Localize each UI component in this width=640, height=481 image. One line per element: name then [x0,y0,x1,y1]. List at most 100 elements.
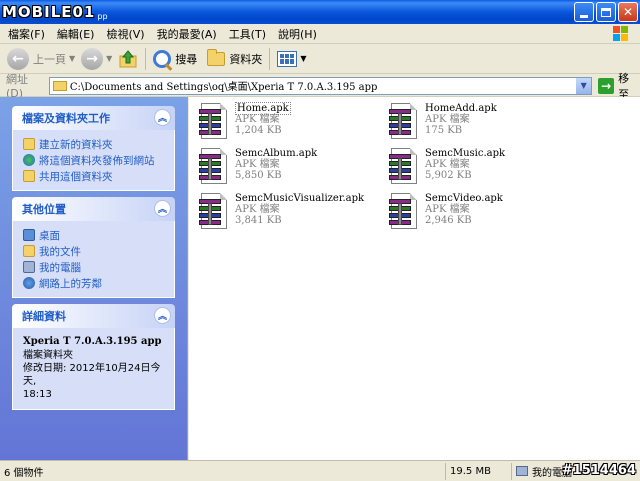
place-my-documents[interactable]: 我的文件 [23,243,166,259]
address-folder-icon [52,80,67,91]
menu-tools[interactable]: 工具(T) [223,26,272,42]
archive-file-icon [197,103,229,139]
collapse-chevron-icon[interactable]: ︽ [154,109,171,126]
file-name: SemcAlbum.apk [235,148,318,159]
file-item[interactable]: HomeAdd.apk APK 檔案 175 KB [387,103,567,143]
task-publish-web-label: 將這個資料夾發佈到網站 [39,154,155,167]
up-button[interactable] [115,46,141,72]
file-size: 5,850 KB [235,170,282,181]
views-dropdown-icon[interactable]: ▼ [300,54,306,63]
file-type: APK 檔案 [235,204,280,215]
archive-file-icon [387,193,419,229]
file-size: 175 KB [425,125,463,136]
menu-favorites[interactable]: 我的最愛(A) [151,26,223,42]
file-tasks-panel: 檔案及資料夾工作 ︽ 建立新的資料夾 將這個資料夾發佈到網站 共用這個資料夾 [12,106,175,191]
file-name: SemcMusicVisualizer.apk [235,193,365,204]
file-name: SemcMusic.apk [425,148,506,159]
place-my-computer[interactable]: 我的電腦 [23,259,166,275]
title-bar[interactable]: MOBILE01 pp ✕ [0,0,640,24]
file-name: SemcVideo.apk [425,193,503,204]
file-type: APK 檔案 [425,204,470,215]
search-button[interactable]: 搜尋 [150,46,200,72]
place-desktop-label: 桌面 [39,229,60,242]
close-button[interactable]: ✕ [618,2,638,22]
folders-label: 資料夾 [229,52,263,66]
archive-file-icon [387,103,419,139]
menu-edit[interactable]: 編輯(E) [51,26,101,42]
task-publish-web[interactable]: 將這個資料夾發佈到網站 [23,152,166,168]
go-arrow-icon: → [598,77,615,94]
details-folder-name: Xperia T 7.0.A.3.195 app [23,336,162,347]
views-icon [277,50,298,67]
folder-up-icon [119,49,137,67]
folders-button[interactable]: 資料夾 [204,46,265,72]
file-size: 5,902 KB [425,170,472,181]
address-bar: 網址(D) C:\Documents and Settings\oq\桌面\Xp… [0,72,640,101]
file-item[interactable]: SemcVideo.apk APK 檔案 2,946 KB [387,193,567,233]
archive-file-icon [197,148,229,184]
logo-text: MOBILE01 [2,3,96,21]
back-arrow-icon: ← [7,47,29,70]
menu-file[interactable]: 檔案(F) [0,26,51,42]
file-item[interactable]: Home.apk APK 檔案 1,204 KB [197,102,377,143]
file-tasks-body: 建立新的資料夾 將這個資料夾發佈到網站 共用這個資料夾 [12,130,175,191]
documents-folder-icon [23,245,35,257]
maximize-button[interactable] [596,2,616,22]
file-size: 3,841 KB [235,215,282,226]
forward-dropdown-icon[interactable]: ▼ [106,54,112,63]
search-label: 搜尋 [175,52,198,66]
file-type: APK 檔案 [235,159,280,170]
address-input[interactable]: C:\Documents and Settings\oq\桌面\Xperia T… [48,76,593,95]
file-size: 2,946 KB [425,215,472,226]
details-header[interactable]: 詳細資料 ︽ [12,304,175,328]
file-tasks-header[interactable]: 檔案及資料夾工作 ︽ [12,106,175,130]
minimize-icon [580,14,588,18]
place-network[interactable]: 網路上的芳鄰 [23,275,166,291]
task-new-folder[interactable]: 建立新的資料夾 [23,136,166,152]
computer-icon [23,261,35,273]
back-button[interactable]: ← 上一頁 ▼ [4,46,78,72]
file-type: APK 檔案 [235,114,280,125]
other-places-panel: 其他位置 ︽ 桌面 我的文件 我的電腦 網路上的芳鄰 [12,197,175,298]
menu-bar: 檔案(F) 編輯(E) 檢視(V) 我的最愛(A) 工具(T) 說明(H) [0,24,640,44]
place-network-label: 網路上的芳鄰 [39,277,102,290]
forward-button[interactable]: → ▼ [78,46,115,72]
details-folder-type: 檔案資料夾 [23,350,73,361]
views-button[interactable]: ▼ [274,46,309,72]
globe-icon [23,154,35,166]
other-places-title: 其他位置 [22,203,66,216]
desktop-icon [23,229,35,241]
new-folder-icon [23,138,35,150]
close-icon: ✕ [622,5,634,19]
place-desktop[interactable]: 桌面 [23,227,166,243]
archive-file-icon [197,193,229,229]
file-item[interactable]: SemcMusic.apk APK 檔案 5,902 KB [387,148,567,188]
details-panel: 詳細資料 ︽ Xperia T 7.0.A.3.195 app 檔案資料夾 修改… [12,304,175,410]
place-my-computer-label: 我的電腦 [39,261,81,274]
computer-icon [516,466,528,476]
file-view[interactable]: Home.apk APK 檔案 1,204 KB HomeAdd.apk APK… [189,97,640,460]
window-controls: ✕ [574,2,638,22]
minimize-button[interactable] [574,2,594,22]
back-dropdown-icon[interactable]: ▼ [69,54,75,63]
archive-file-icon [387,148,419,184]
collapse-chevron-icon[interactable]: ︽ [154,200,171,217]
task-new-folder-label: 建立新的資料夾 [39,138,113,151]
address-dropdown-icon[interactable]: ▼ [575,77,592,94]
task-share-folder[interactable]: 共用這個資料夾 [23,168,166,184]
task-share-folder-label: 共用這個資料夾 [39,170,113,183]
watermark: #1514464 [561,463,636,478]
status-bar: 6 個物件 19.5 MB 我的電腦 #1514464 [0,460,640,481]
file-item[interactable]: SemcMusicVisualizer.apk APK 檔案 3,841 KB [197,193,377,233]
menu-view[interactable]: 檢視(V) [100,26,150,42]
details-modified: 修改日期: 2012年10月24日今天, [23,363,161,387]
toolbar-separator [145,47,147,70]
file-item[interactable]: SemcAlbum.apk APK 檔案 5,850 KB [197,148,377,188]
other-places-header[interactable]: 其他位置 ︽ [12,197,175,221]
collapse-chevron-icon[interactable]: ︽ [154,307,171,324]
menu-help[interactable]: 說明(H) [272,26,323,42]
file-type: APK 檔案 [425,159,470,170]
place-my-documents-label: 我的文件 [39,245,81,258]
network-icon [23,277,35,289]
toolbar: ← 上一頁 ▼ → ▼ 搜尋 資料夾 ▼ [0,44,640,74]
